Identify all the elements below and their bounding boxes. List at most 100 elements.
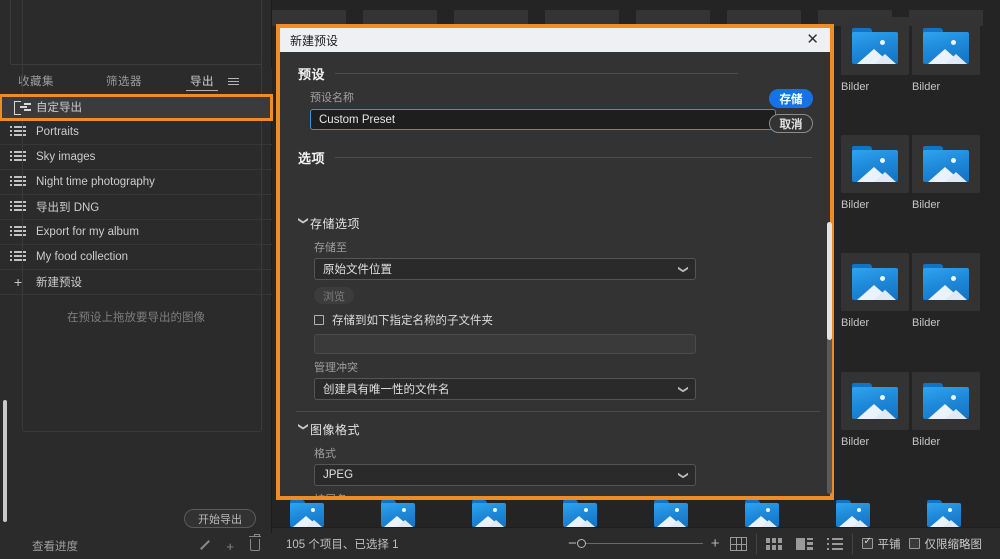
- list-icon: [10, 201, 32, 213]
- drop-hint-text: 在预设上拖放要导出的图像: [67, 312, 205, 324]
- preset-item-my-food-collection[interactable]: My food collection: [0, 245, 272, 270]
- thumbnail-item[interactable]: [545, 500, 615, 527]
- folder-card[interactable]: Bilder: [912, 17, 980, 93]
- folder-card[interactable]: Bilder: [912, 372, 980, 448]
- folder-image-icon: [654, 500, 688, 527]
- square-grid-icon[interactable]: [765, 537, 782, 550]
- group-save-options-header[interactable]: ❯ 存储选项: [280, 212, 838, 234]
- view-progress-link[interactable]: 查看进度: [32, 538, 78, 554]
- thumbnail-item[interactable]: [727, 500, 797, 527]
- group-image-format: ❯ 图像格式 格式 JPEG ❯ 扩展名 jpg ❯ 图像品质: [280, 418, 838, 496]
- pencil-icon[interactable]: [198, 539, 210, 554]
- tab-export[interactable]: 导出: [186, 71, 218, 91]
- zoom-out-button[interactable]: −: [568, 536, 577, 551]
- hamburger-icon[interactable]: [228, 77, 239, 85]
- preset-item-export-for-my-album[interactable]: Export for my album: [0, 220, 272, 245]
- preset-item-custom-export[interactable]: 自定导出: [0, 94, 273, 121]
- bottom-thumbnail-strip: [272, 500, 1000, 527]
- preview-box: [10, 0, 262, 65]
- subfolder-checkbox-label: 存储到如下指定名称的子文件夹: [332, 315, 493, 327]
- folder-image-icon: [563, 500, 597, 527]
- save-to-select[interactable]: 原始文件位置 ❯: [314, 258, 696, 280]
- save-to-value: 原始文件位置: [323, 264, 392, 276]
- tile-checkbox-label: 平铺: [877, 538, 901, 551]
- chevron-down-icon: ❯: [677, 384, 689, 394]
- chevron-down-icon[interactable]: ❯: [298, 216, 309, 230]
- folder-thumbnail[interactable]: [841, 372, 909, 430]
- folder-image-icon: [852, 264, 898, 300]
- folder-card[interactable]: Bilder: [841, 135, 909, 211]
- zoom-slider[interactable]: − +: [568, 536, 720, 551]
- tab-collections[interactable]: 收藏集: [14, 71, 58, 91]
- folder-card[interactable]: Bilder: [912, 135, 980, 211]
- folder-image-icon: [923, 146, 969, 182]
- folder-thumbnail[interactable]: [912, 17, 980, 75]
- chevron-down-icon: ❯: [677, 470, 689, 480]
- group-title: 图像格式: [310, 422, 361, 437]
- folder-thumbnail[interactable]: [841, 17, 909, 75]
- thumbnail-item[interactable]: [454, 500, 524, 527]
- folder-label: Bilder: [912, 81, 941, 93]
- save-button[interactable]: 存储: [769, 89, 813, 108]
- folder-image-icon: [290, 500, 324, 527]
- tab-filters[interactable]: 筛选器: [102, 71, 146, 91]
- left-panel-scrollbar[interactable]: [3, 400, 7, 522]
- folder-card[interactable]: Bilder: [841, 372, 909, 448]
- preset-item-portraits[interactable]: Portraits: [0, 120, 272, 145]
- folder-thumbnail[interactable]: [912, 135, 980, 193]
- folder-card[interactable]: Bilder: [841, 17, 909, 93]
- folder-thumbnail[interactable]: [841, 253, 909, 311]
- browse-button[interactable]: 浏览: [314, 287, 354, 304]
- dialog-scrollbar-track[interactable]: [827, 222, 832, 494]
- plus-icon[interactable]: +: [226, 539, 234, 554]
- options-scroll-region: ❯ 存储选项 存储至 原始文件位置 ❯ 浏览 存储到如下指定名称的子文件夹 管理…: [280, 212, 838, 496]
- trash-icon[interactable]: [249, 533, 261, 554]
- start-export-button[interactable]: 开始导出: [184, 509, 256, 528]
- format-value: JPEG: [323, 469, 354, 481]
- list-view-icon[interactable]: [826, 537, 843, 550]
- preset-name-input[interactable]: [310, 109, 776, 130]
- zoom-knob[interactable]: [576, 538, 586, 548]
- thumbnail-only-label: 仅限缩略图: [924, 538, 983, 551]
- detail-view-icon[interactable]: [795, 537, 813, 550]
- dialog-scrollbar-thumb[interactable]: [827, 222, 832, 340]
- subfolder-checkbox[interactable]: [314, 315, 324, 325]
- format-select[interactable]: JPEG ❯: [314, 464, 696, 486]
- new-preset-dialog: 新建预设 ✕ 预设 预设名称 存储 取消 选项: [276, 24, 834, 500]
- folder-thumbnail[interactable]: [912, 372, 980, 430]
- folder-label: Bilder: [912, 199, 941, 211]
- thumbnail-item[interactable]: [636, 500, 706, 527]
- group-image-format-header[interactable]: ❯ 图像格式: [280, 418, 838, 440]
- cancel-button[interactable]: 取消: [769, 114, 813, 133]
- zoom-in-button[interactable]: +: [711, 536, 720, 551]
- preset-section-title: 预设: [298, 67, 326, 82]
- thumbnail-item[interactable]: [272, 500, 342, 527]
- folder-card[interactable]: Bilder: [912, 253, 980, 329]
- thumbnail-item[interactable]: [909, 500, 979, 527]
- folder-label: Bilder: [912, 436, 941, 448]
- thumbnail-item[interactable]: [363, 500, 433, 527]
- grid-view-icon[interactable]: [729, 536, 747, 551]
- list-icon: [10, 126, 32, 138]
- folder-thumbnail[interactable]: [841, 135, 909, 193]
- folder-image-icon: [852, 383, 898, 419]
- chevron-down-icon[interactable]: ❯: [298, 422, 309, 436]
- preset-item-night-time-photography[interactable]: Night time photography: [0, 170, 272, 195]
- thumbnail-item[interactable]: [818, 500, 888, 527]
- close-icon[interactable]: ✕: [803, 32, 822, 47]
- subfolder-name-input[interactable]: [314, 334, 696, 354]
- zoom-track[interactable]: [576, 538, 703, 548]
- conflict-select[interactable]: 创建具有唯一性的文件名 ❯: [314, 378, 696, 400]
- thumbnail-only-checkbox[interactable]: [908, 538, 920, 549]
- section-rule: [335, 73, 738, 74]
- preset-item-export-to-dng[interactable]: 导出到 DNG: [0, 195, 272, 220]
- divider: [851, 533, 853, 554]
- tile-checkbox[interactable]: [861, 536, 873, 549]
- folder-thumbnail[interactable]: [912, 253, 980, 311]
- folder-image-icon: [927, 500, 961, 527]
- folder-card[interactable]: Bilder: [841, 253, 909, 329]
- preset-section-header: 预设: [280, 64, 830, 83]
- chevron-down-icon: ❯: [677, 264, 689, 274]
- preset-item-sky-images[interactable]: Sky images: [0, 145, 272, 170]
- subfolder-checkbox-row[interactable]: 存储到如下指定名称的子文件夹: [314, 312, 838, 328]
